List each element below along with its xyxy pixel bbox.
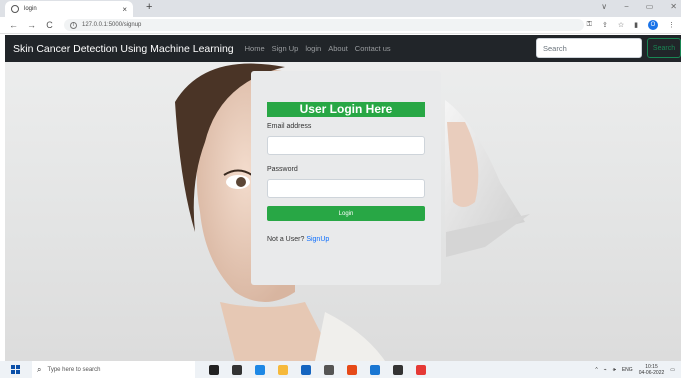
file-explorer-icon[interactable] (278, 364, 288, 375)
browser-tabstrip: login × + ∨ − ▭ ✕ (0, 0, 681, 17)
task-view-icon[interactable] (232, 364, 242, 375)
tab-search-icon[interactable]: ∨ (601, 2, 607, 11)
settings-icon[interactable] (370, 364, 380, 375)
password-field[interactable] (267, 179, 425, 198)
reload-button[interactable]: C (45, 20, 54, 30)
email-label: Email address (267, 123, 312, 130)
forward-button[interactable]: → (27, 20, 36, 30)
minimize-button[interactable]: − (624, 2, 629, 11)
search-icon: ⌕ (37, 364, 42, 374)
address-bar: ← → C i 127.0.0.1:5000/signup ⚿ ⇪ ☆ ▮ O … (0, 17, 681, 34)
notification-icon[interactable]: ▭ (670, 367, 675, 373)
email-field[interactable] (267, 136, 425, 155)
browser-toolbar: ⚿ ⇪ ☆ ▮ O ⋮ (587, 20, 675, 30)
nav-link-contact[interactable]: Contact us (355, 44, 391, 53)
system-tray: ^ ⌁ 🕪 ENG 10:15 04-06-2022 ▭ (595, 364, 675, 376)
windows-taskbar: ⌕ Type here to search ^ ⌁ 🕪 ENG 10:15 04… (0, 361, 681, 378)
back-button[interactable]: ← (9, 20, 18, 30)
sidebar-icon[interactable]: ▮ (634, 21, 638, 29)
terminal-icon[interactable] (393, 364, 403, 375)
taskbar-search-box[interactable]: ⌕ Type here to search (32, 361, 195, 378)
url-text: 127.0.0.1:5000/signup (82, 22, 142, 28)
close-tab-icon[interactable]: × (122, 5, 127, 14)
password-label: Password (267, 166, 298, 173)
login-card: User Login Here Email address Password L… (251, 71, 441, 285)
login-card-title: User Login Here (267, 102, 425, 117)
nav-link-signup[interactable]: Sign Up (272, 44, 299, 53)
menu-icon[interactable]: ⋮ (668, 21, 675, 29)
browser-tab[interactable]: login × (5, 1, 133, 17)
store-icon[interactable] (301, 364, 311, 375)
tab-title: login (24, 6, 37, 12)
login-button[interactable]: Login (267, 206, 425, 221)
navbar-brand[interactable]: Skin Cancer Detection Using Machine Lear… (13, 43, 234, 55)
office-icon[interactable] (347, 364, 357, 375)
taskbar-search-placeholder: Type here to search (47, 366, 101, 373)
language-indicator[interactable]: ENG (622, 367, 633, 373)
nav-link-home[interactable]: Home (245, 44, 265, 53)
nav-link-about[interactable]: About (328, 44, 348, 53)
key-icon[interactable]: ⚿ (587, 21, 592, 29)
url-bar[interactable]: i 127.0.0.1:5000/signup (64, 19, 584, 31)
network-icon[interactable]: ⌁ (604, 367, 607, 373)
site-navbar: Skin Cancer Detection Using Machine Lear… (5, 35, 681, 62)
signup-prompt-text: Not a User? (267, 236, 305, 243)
volume-icon[interactable]: 🕪 (613, 367, 616, 373)
chevron-up-icon[interactable]: ^ (595, 367, 597, 373)
windows-start-icon[interactable] (11, 365, 20, 374)
restore-button[interactable]: ▭ (646, 2, 654, 11)
navbar-search-button[interactable]: Search (647, 38, 681, 58)
share-icon[interactable]: ⇪ (602, 21, 608, 29)
clock[interactable]: 10:15 04-06-2022 (639, 364, 665, 376)
profile-avatar[interactable]: O (648, 20, 658, 30)
signup-prompt: Not a User? SignUp (267, 236, 329, 243)
close-window-button[interactable]: ✕ (670, 2, 677, 11)
navbar-search-input[interactable] (536, 38, 642, 58)
window-controls: ∨ − ▭ ✕ (601, 2, 677, 11)
taskbar-pinned-apps (209, 364, 426, 375)
bookmark-star-icon[interactable]: ☆ (618, 21, 624, 29)
chrome-icon[interactable] (416, 364, 426, 375)
edge-icon[interactable] (255, 364, 265, 375)
signup-link[interactable]: SignUp (306, 236, 329, 243)
cortana-icon[interactable] (209, 364, 219, 375)
globe-icon (11, 5, 19, 13)
app-icon[interactable] (324, 364, 334, 375)
clock-date: 04-06-2022 (638, 369, 665, 376)
new-tab-button[interactable]: + (146, 1, 152, 13)
nav-link-login[interactable]: login (305, 44, 321, 53)
site-info-icon[interactable]: i (70, 21, 77, 29)
